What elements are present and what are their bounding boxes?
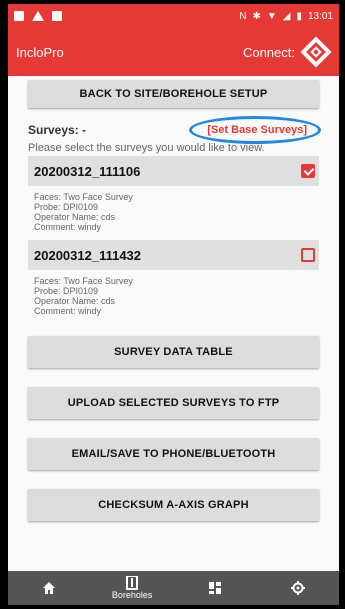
survey-comment: Comment: windy — [34, 306, 102, 316]
email-save-button[interactable]: EMAIL/SAVE TO PHONE/BLUETOOTH — [28, 438, 319, 470]
app-title: IncloPro — [16, 44, 64, 60]
nav-boreholes-label: Boreholes — [111, 590, 153, 600]
status-left-icons — [14, 11, 62, 21]
survey-card-title: 20200312_111106 — [34, 163, 141, 179]
survey-probe: Probe: DPI0109 — [34, 202, 99, 212]
survey-faces: Faces: Two Face Survey — [34, 192, 133, 202]
highlight-ring — [189, 116, 321, 144]
back-to-setup-button[interactable]: BACK TO SITE/BOREHOLE SETUP — [28, 80, 319, 108]
survey-comment: Comment: windy — [34, 222, 102, 232]
status-time: 13:01 — [307, 10, 333, 22]
surveys-label: Surveys: - — [28, 123, 87, 137]
nav-dashboard[interactable] — [185, 571, 245, 605]
bottom-nav: Boreholes — [8, 571, 339, 605]
survey-checkbox[interactable] — [301, 248, 315, 262]
nfc-icon: N — [239, 10, 247, 22]
battery-icon: ▮ — [296, 10, 302, 22]
connect-label: Connect: — [242, 44, 295, 60]
surveys-header: Surveys: - [Set Base Surveys] — [8, 116, 339, 144]
alert-icon — [32, 11, 44, 21]
survey-checkbox[interactable] — [301, 164, 315, 178]
connect-logo-icon[interactable] — [300, 36, 332, 68]
gear-icon — [290, 581, 305, 595]
set-base-surveys-link[interactable]: [Set Base Surveys] — [189, 116, 321, 144]
survey-card-details: Faces: Two Face Survey Probe: DPI0109 Op… — [8, 270, 339, 322]
app-bar: IncloPro Connect: — [8, 28, 339, 76]
nav-home[interactable] — [19, 571, 79, 605]
dashboard-icon — [208, 582, 221, 594]
survey-instruction: Please select the surveys you would like… — [28, 142, 265, 154]
image-icon — [52, 11, 62, 21]
nav-settings[interactable] — [268, 571, 328, 605]
survey-card-header[interactable]: 20200312_111106 — [28, 156, 319, 186]
notification-icon — [14, 11, 24, 21]
wifi-icon: ▼ — [266, 10, 277, 22]
bluetooth-icon: ✱ — [252, 10, 261, 22]
status-right-icons: N ✱ ▼ ◢ ▮ 13:01 — [239, 11, 333, 22]
upload-ftp-button[interactable]: UPLOAD SELECTED SURVEYS TO FTP — [28, 387, 319, 419]
survey-card-details: Faces: Two Face Survey Probe: DPI0109 Op… — [8, 186, 339, 238]
survey-operator: Operator Name: cds — [34, 296, 116, 306]
borehole-icon — [126, 576, 139, 590]
home-icon — [43, 582, 56, 594]
survey-data-table-button[interactable]: SURVEY DATA TABLE — [28, 336, 319, 368]
survey-probe: Probe: DPI0109 — [34, 286, 99, 296]
signal-icon: ◢ — [282, 10, 291, 22]
app-screen: N ✱ ▼ ◢ ▮ 13:01 IncloPro Connect: BACK T… — [8, 4, 339, 605]
survey-faces: Faces: Two Face Survey — [34, 276, 133, 286]
survey-operator: Operator Name: cds — [34, 212, 116, 222]
survey-card-header[interactable]: 20200312_111432 — [28, 240, 319, 270]
nav-boreholes[interactable]: Boreholes — [102, 571, 162, 605]
status-bar: N ✱ ▼ ◢ ▮ 13:01 — [8, 4, 339, 28]
checksum-graph-button[interactable]: CHECKSUM A-AXIS GRAPH — [28, 489, 319, 521]
survey-card-title: 20200312_111432 — [34, 247, 142, 263]
device-frame: N ✱ ▼ ◢ ▮ 13:01 IncloPro Connect: BACK T… — [0, 0, 345, 609]
